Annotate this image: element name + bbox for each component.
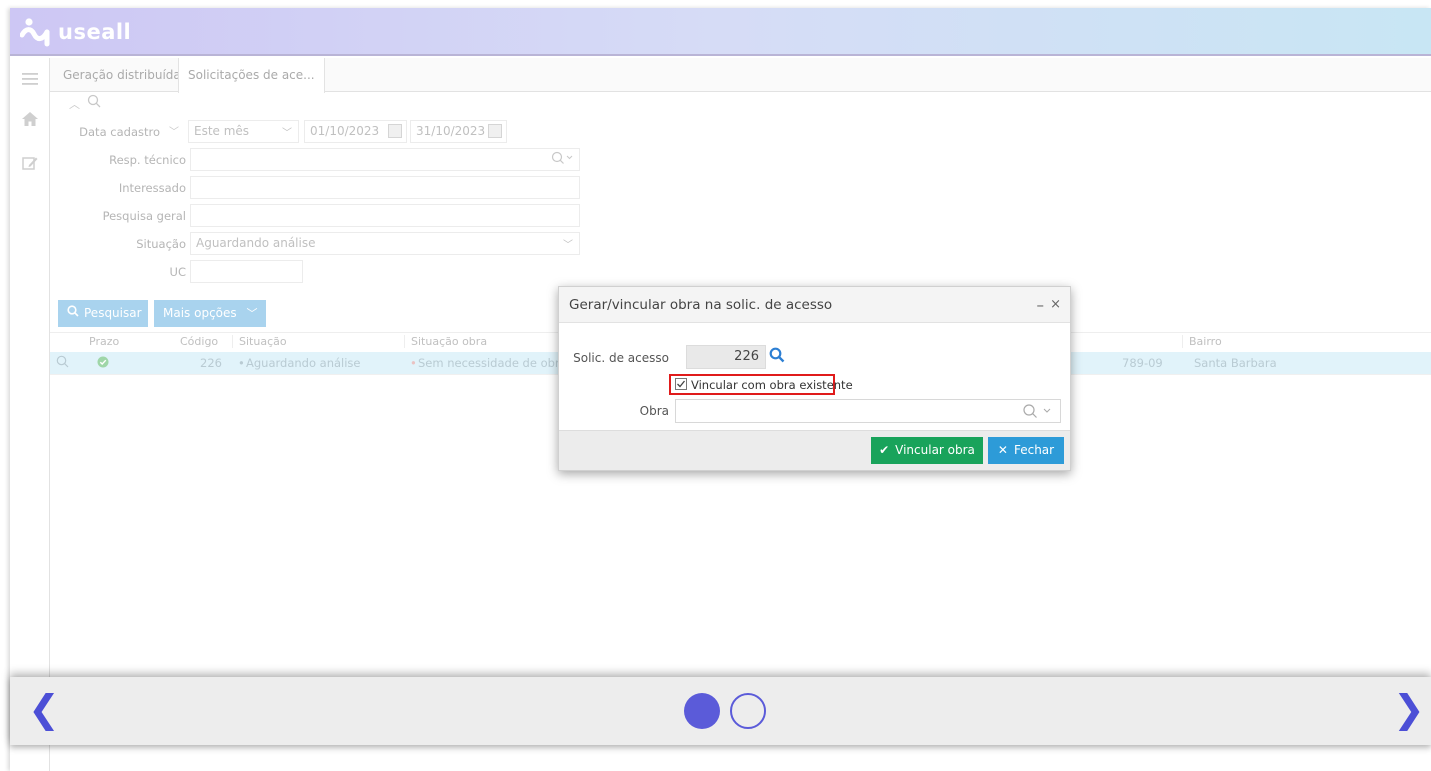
- date-end-value: 31/10/2023: [416, 124, 486, 138]
- pesquisar-button[interactable]: Pesquisar: [58, 300, 148, 327]
- row-codigo: 226: [200, 356, 222, 370]
- situacao-value: Aguardando análise: [196, 236, 316, 250]
- date-end-input[interactable]: 31/10/2023: [410, 120, 507, 143]
- search-icon[interactable]: [56, 355, 69, 371]
- period-value: Este mês: [194, 124, 250, 138]
- column-situacao[interactable]: Situação: [232, 335, 287, 348]
- previous-arrow-icon[interactable]: ❮: [28, 687, 60, 731]
- resp-tecnico-input[interactable]: [190, 148, 580, 171]
- chevron-down-icon: ﹀: [282, 128, 292, 139]
- mais-opcoes-button[interactable]: Mais opções ﹀: [154, 300, 266, 327]
- vincular-obra-label: Vincular obra: [895, 443, 975, 457]
- vincular-obra-button[interactable]: ✔ Vincular obra: [871, 437, 983, 464]
- mais-opcoes-label: Mais opções: [163, 306, 237, 320]
- collapse-chevron-icon[interactable]: ︿: [69, 96, 80, 112]
- search-icon[interactable]: [87, 94, 101, 111]
- column-bairro[interactable]: Bairro: [1182, 335, 1222, 348]
- row-situacao: Aguardando análise: [246, 356, 361, 370]
- situacao-select[interactable]: Aguardando análise ﹀: [190, 232, 580, 255]
- filter-panel: ︿ Data cadastro ﹀ Este mês ﹀ 01/10/2023 …: [50, 92, 1431, 302]
- tab-solicitacoes-acesso[interactable]: Solicitações de ace...: [178, 58, 325, 93]
- menu-icon[interactable]: [21, 70, 39, 88]
- tab-geracao-distribuida[interactable]: Geração distribuída: [54, 58, 190, 92]
- uc-input[interactable]: [190, 260, 303, 283]
- fechar-button[interactable]: ✕ Fechar: [988, 437, 1064, 464]
- obra-input[interactable]: [675, 399, 1061, 423]
- search-icon[interactable]: [769, 347, 785, 366]
- vincular-obra-dialog: Gerar/vincular obra na solic. de acesso …: [558, 286, 1071, 471]
- close-icon[interactable]: ×: [1050, 287, 1061, 323]
- search-icon: [551, 151, 573, 168]
- pesquisa-geral-label: Pesquisa geral: [102, 209, 186, 223]
- calendar-icon[interactable]: [388, 124, 402, 138]
- obra-label: Obra: [639, 404, 669, 418]
- carousel-dot-1[interactable]: [684, 693, 720, 729]
- status-dot-icon: •: [238, 356, 245, 370]
- check-icon: ✔: [879, 443, 890, 457]
- chevron-down-icon[interactable]: ﹀: [169, 123, 179, 138]
- chevron-down-icon: ﹀: [563, 240, 573, 251]
- data-cadastro-label: Data cadastro: [79, 125, 160, 139]
- tab-bar: Geração distribuída Solicitações de ace.…: [50, 58, 1431, 93]
- row-partial: 789-09: [1122, 356, 1163, 370]
- sidebar: [10, 58, 50, 771]
- carousel-bar: ❮ ❯: [10, 677, 1431, 745]
- date-start-value: 01/10/2023: [310, 124, 380, 138]
- pesquisa-geral-input[interactable]: [190, 204, 580, 227]
- dialog-title-bar[interactable]: Gerar/vincular obra na solic. de acesso …: [559, 287, 1070, 323]
- date-start-input[interactable]: 01/10/2023: [304, 120, 407, 143]
- dialog-title: Gerar/vincular obra na solic. de acesso: [569, 297, 833, 313]
- fechar-label: Fechar: [1013, 443, 1055, 457]
- column-prazo[interactable]: Prazo: [89, 335, 119, 348]
- logo-icon: [19, 17, 50, 47]
- situacao-label: Situação: [136, 237, 186, 251]
- logo: useall: [19, 17, 132, 47]
- carousel-dot-2[interactable]: [730, 693, 766, 729]
- status-dot-icon: •: [410, 356, 417, 370]
- check-circle-icon: [97, 356, 109, 371]
- uc-label: UC: [169, 265, 186, 279]
- vincular-checkbox[interactable]: [675, 378, 687, 390]
- logo-text: useall: [58, 20, 132, 44]
- chevron-down-icon: ﹀: [246, 307, 258, 320]
- solic-acesso-field: 226: [686, 345, 766, 369]
- pesquisar-label: Pesquisar: [84, 306, 142, 320]
- column-situacao-obra[interactable]: Situação obra: [404, 335, 487, 348]
- close-icon: ✕: [997, 443, 1008, 457]
- column-codigo[interactable]: Código: [180, 335, 218, 348]
- search-icon[interactable]: [1022, 403, 1054, 422]
- search-icon: [67, 300, 79, 327]
- top-bar: useall: [10, 8, 1431, 56]
- row-bairro: Santa Barbara: [1194, 356, 1277, 370]
- interessado-label: Interessado: [118, 181, 186, 195]
- period-select[interactable]: Este mês ﹀: [188, 120, 299, 143]
- row-situacao-obra: Sem necessidade de obra: [418, 356, 567, 370]
- solic-acesso-label: Solic. de acesso: [573, 351, 669, 365]
- minimize-icon[interactable]: –: [1037, 287, 1045, 323]
- edit-icon[interactable]: [21, 154, 39, 172]
- resp-tecnico-label: Resp. técnico: [109, 153, 186, 167]
- checkmark-icon: [677, 380, 686, 388]
- calendar-icon[interactable]: [488, 124, 502, 138]
- next-arrow-icon[interactable]: ❯: [1393, 687, 1425, 731]
- interessado-input[interactable]: [190, 176, 580, 199]
- vincular-checkbox-label[interactable]: Vincular com obra existente: [691, 378, 853, 392]
- dialog-footer: ✔ Vincular obra ✕ Fechar: [559, 430, 1070, 470]
